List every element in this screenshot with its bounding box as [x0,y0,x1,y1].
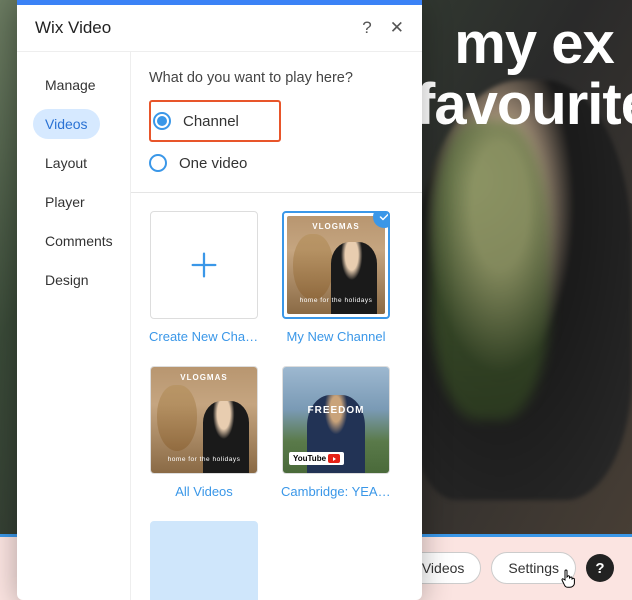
help-icon[interactable]: ? [362,18,371,38]
thumb-subtitle: home for the holidays [151,456,257,463]
thumb-subtitle: home for the holidays [287,297,385,304]
panel-header: Wix Video ? ✕ [17,5,422,52]
thumb-title: VLOGMAS [287,222,385,231]
background-overlay-text: my ex favourite [416,14,632,136]
channel-option-highlight: Channel [149,100,281,142]
tile-my-new-channel[interactable]: VLOGMAS home for the holidays My New Cha… [281,211,391,344]
tile-label: Create New Channel [149,329,259,344]
wix-video-panel: Wix Video ? ✕ Manage Videos Layout Playe… [17,0,422,600]
radio-one-video[interactable]: One video [149,148,404,178]
radio-label-channel: Channel [183,113,239,130]
panel-sidebar: Manage Videos Layout Player Comments Des… [17,52,130,600]
sidebar-item-design[interactable]: Design [33,265,101,295]
tile-cambridge-year[interactable]: FREEDOM YouTube Cambridge: YEAR … [281,366,391,499]
help-button[interactable]: ? [586,554,614,582]
bg-text-line2: favourite [416,75,632,136]
tile-placeholder[interactable] [149,521,259,600]
panel-main: What do you want to play here? Channel O… [130,52,422,600]
settings-button[interactable]: Settings [491,552,576,584]
sidebar-item-layout[interactable]: Layout [33,148,99,178]
sidebar-item-videos[interactable]: Videos [33,109,100,139]
radio-icon [153,112,171,130]
channel-tiles-grid: Create New Channel VLOGMAS home for the … [149,211,404,600]
bg-text-line1: my ex [416,14,632,75]
tile-all-videos[interactable]: VLOGMAS home for the holidays All Videos [149,366,259,499]
channel-thumb: VLOGMAS home for the holidays [282,211,390,319]
radio-label-one-video: One video [179,155,247,172]
create-channel-thumb [150,211,258,319]
tile-label: My New Channel [287,329,386,344]
thumb-title: FREEDOM [283,405,389,416]
close-icon[interactable]: ✕ [390,18,404,38]
tile-create-channel[interactable]: Create New Channel [149,211,259,344]
background-plant [430,120,550,420]
youtube-icon [328,454,340,463]
youtube-badge: YouTube [289,452,344,465]
section-divider [131,192,422,193]
play-prompt: What do you want to play here? [149,70,404,86]
tile-label: All Videos [175,484,233,499]
thumb-title: VLOGMAS [151,373,257,382]
sidebar-item-player[interactable]: Player [33,187,97,217]
placeholder-thumb [150,521,258,600]
panel-title: Wix Video [35,18,111,38]
sidebar-item-comments[interactable]: Comments [33,226,125,256]
channel-thumb: FREEDOM YouTube [282,366,390,474]
channel-thumb: VLOGMAS home for the holidays [150,366,258,474]
tile-label: Cambridge: YEAR … [281,484,391,499]
radio-channel[interactable]: Channel [153,106,239,136]
sidebar-item-manage[interactable]: Manage [33,70,108,100]
plus-icon [187,248,221,282]
radio-icon [149,154,167,172]
